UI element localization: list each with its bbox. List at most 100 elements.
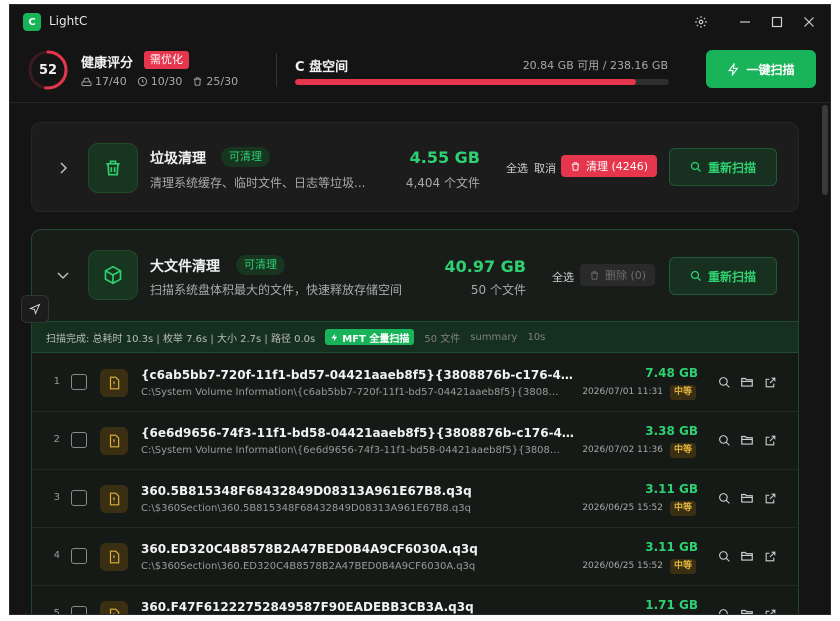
file-row[interactable]: 4 360.ED320C4B8578B2A47BED0B4A9CF6030A.q… bbox=[32, 528, 798, 586]
app-logo: C bbox=[23, 13, 41, 31]
junk-rescan-button[interactable]: 重新扫描 bbox=[669, 148, 777, 186]
header-divider bbox=[276, 53, 277, 87]
external-link-icon[interactable] bbox=[762, 548, 778, 564]
file-size: 3.38 GB bbox=[645, 424, 698, 438]
file-level-badge: 中等 bbox=[669, 385, 696, 400]
disk-usage-fill bbox=[295, 79, 637, 85]
junk-clean-button[interactable]: 清理 (4246) bbox=[561, 155, 658, 177]
junk-cancel[interactable]: 取消 bbox=[534, 160, 556, 176]
external-link-icon[interactable] bbox=[762, 374, 778, 390]
health-score: 52 bbox=[38, 62, 58, 78]
external-link-icon[interactable] bbox=[762, 432, 778, 448]
row-index: 3 bbox=[53, 492, 60, 503]
file-alert-icon bbox=[100, 485, 128, 513]
row-index: 1 bbox=[53, 376, 60, 387]
scrollbar[interactable] bbox=[822, 105, 828, 195]
file-list: 1 {c6ab5bb7-720f-11f1-bd57-04421aaeb8f5}… bbox=[32, 354, 798, 615]
search-icon[interactable] bbox=[716, 432, 732, 448]
mft-badge: MFT 全量扫描 bbox=[325, 329, 415, 345]
box-module-icon bbox=[88, 250, 138, 300]
gear-icon[interactable] bbox=[691, 12, 711, 32]
maximize-button[interactable] bbox=[767, 12, 787, 32]
large-size: 40.97 GB bbox=[444, 257, 526, 276]
junk-desc: 清理系统缓存、临时文件、日志等垃圾... bbox=[150, 176, 366, 190]
row-checkbox[interactable] bbox=[71, 374, 87, 390]
search-icon bbox=[690, 270, 701, 281]
search-icon[interactable] bbox=[716, 606, 732, 614]
minimize-button[interactable] bbox=[735, 12, 755, 32]
file-size: 1.71 GB bbox=[645, 598, 698, 612]
large-file-card: 大文件清理 可清理 扫描系统盘体积最大的文件，快速释放存储空间 40.97 GB… bbox=[31, 229, 799, 615]
file-level-badge: 中等 bbox=[669, 443, 696, 458]
disk-usage: 20.84 GB 可用 / 238.16 GB bbox=[522, 59, 668, 72]
chevron-right-icon[interactable] bbox=[56, 161, 70, 175]
file-level-badge: 中等 bbox=[669, 559, 696, 574]
file-path: C:\System Volume Information\{c6ab5bb7-7… bbox=[141, 387, 561, 398]
large-delete-button[interactable]: 删除 (0) bbox=[580, 264, 656, 286]
junk-title: 垃圾清理 bbox=[150, 151, 206, 167]
file-alert-icon bbox=[100, 427, 128, 455]
scan-summary: 扫描完成: 总耗时 10.3s | 枚举 7.6s | 大小 2.7s | 路径… bbox=[46, 333, 316, 345]
large-rescan-button[interactable]: 重新扫描 bbox=[669, 257, 777, 295]
file-name: {6e6d9656-74f3-11f1-bd58-04421aaeb8f5}{3… bbox=[141, 426, 581, 440]
file-path: C:\$360Section\360.5B815348F68432849D083… bbox=[141, 503, 471, 514]
file-date: 2026/07/01 11:31 bbox=[582, 387, 663, 397]
file-row[interactable]: 5 360.F47F61222752849587F90EADEBB3CB3A.q… bbox=[32, 586, 798, 615]
trash-icon bbox=[590, 270, 599, 280]
junk-select-all[interactable]: 全选 bbox=[506, 160, 528, 176]
lightning-icon bbox=[728, 62, 739, 76]
file-row[interactable]: 1 {c6ab5bb7-720f-11f1-bd57-04421aaeb8f5}… bbox=[32, 354, 798, 412]
row-checkbox[interactable] bbox=[71, 490, 87, 506]
folder-open-icon[interactable] bbox=[739, 606, 755, 614]
folder-open-icon[interactable] bbox=[739, 548, 755, 564]
app-title: LightC bbox=[49, 14, 88, 28]
file-path: C:\$360Section\360.ED320C4B8578B2A47BED0… bbox=[141, 561, 476, 572]
file-size: 7.48 GB bbox=[645, 366, 698, 380]
stat-disk: 17/40 bbox=[81, 75, 127, 88]
trash-icon bbox=[194, 77, 202, 86]
file-date: 2026/06/25 15:52 bbox=[582, 503, 663, 513]
disk-usage-bar bbox=[295, 79, 669, 85]
file-row[interactable]: 2 {6e6d9656-74f3-11f1-bd58-04421aaeb8f5}… bbox=[32, 412, 798, 470]
scan-file-count: 50 文件 bbox=[424, 333, 461, 345]
row-checkbox[interactable] bbox=[71, 432, 87, 448]
file-name: {c6ab5bb7-720f-11f1-bd57-04421aaeb8f5}{3… bbox=[141, 368, 581, 382]
large-title: 大文件清理 bbox=[150, 259, 220, 275]
external-link-icon[interactable] bbox=[762, 606, 778, 614]
stat-clock: 10/30 bbox=[137, 75, 182, 88]
scan-mode: summary bbox=[470, 331, 518, 343]
scan-time: 10s bbox=[527, 331, 546, 343]
file-size: 3.11 GB bbox=[645, 482, 698, 496]
file-alert-icon bbox=[100, 601, 128, 614]
lightning-icon bbox=[331, 333, 338, 341]
trash-module-icon bbox=[88, 143, 138, 193]
external-link-icon[interactable] bbox=[762, 490, 778, 506]
trash-icon bbox=[571, 161, 580, 171]
large-count: 50 个文件 bbox=[470, 283, 526, 297]
search-icon[interactable] bbox=[716, 548, 732, 564]
file-name: 360.ED320C4B8578B2A47BED0B4A9CF6030A.q3q bbox=[141, 542, 478, 556]
file-name: 360.F47F61222752849587F90EADEBB3CB3A.q3q bbox=[141, 600, 474, 614]
file-alert-icon bbox=[100, 369, 128, 397]
large-select-all[interactable]: 全选 bbox=[552, 269, 574, 285]
file-date: 2026/07/02 11:36 bbox=[582, 445, 663, 455]
folder-open-icon[interactable] bbox=[739, 432, 755, 448]
close-button[interactable] bbox=[799, 12, 819, 32]
row-index: 2 bbox=[53, 434, 60, 445]
search-icon[interactable] bbox=[716, 374, 732, 390]
search-icon[interactable] bbox=[716, 490, 732, 506]
title-bar: C LightC bbox=[10, 5, 830, 39]
health-stats: 17/40 10/30 25/30 bbox=[81, 75, 238, 88]
health-header: 52 健康评分 需优化 17/40 10/30 25/30 C 盘空间 20.8… bbox=[10, 39, 830, 103]
chevron-down-icon[interactable] bbox=[56, 268, 70, 282]
navigation-arrow-icon[interactable] bbox=[21, 295, 49, 323]
row-checkbox[interactable] bbox=[71, 606, 87, 614]
scan-info-bar: 扫描完成: 总耗时 10.3s | 枚举 7.6s | 大小 2.7s | 路径… bbox=[32, 321, 798, 353]
row-index: 5 bbox=[53, 608, 60, 615]
scan-all-button[interactable]: 一键扫描 bbox=[706, 50, 816, 88]
file-alert-icon bbox=[100, 543, 128, 571]
folder-open-icon[interactable] bbox=[739, 490, 755, 506]
folder-open-icon[interactable] bbox=[739, 374, 755, 390]
row-checkbox[interactable] bbox=[71, 548, 87, 564]
file-row[interactable]: 3 360.5B815348F68432849D08313A961E67B8.q… bbox=[32, 470, 798, 528]
